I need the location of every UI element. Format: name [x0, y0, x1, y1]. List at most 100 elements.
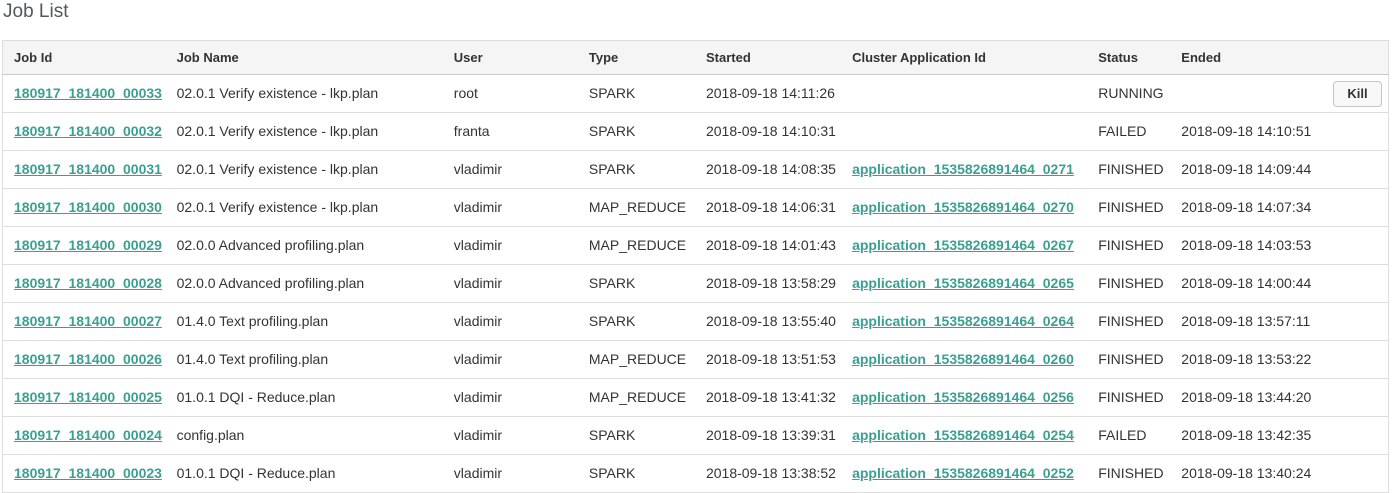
type-cell: SPARK	[578, 113, 695, 151]
user-cell: franta	[443, 113, 578, 151]
column-header-ended: Ended	[1170, 41, 1322, 75]
cluster-application-id-cell	[841, 113, 1087, 151]
cluster-application-id-cell: application_1535826891464_0254	[841, 417, 1087, 455]
job-id-link[interactable]: 180917_181400_00025	[14, 389, 162, 405]
cluster-application-id-link[interactable]: application_1535826891464_0270	[852, 199, 1074, 215]
cluster-application-id-link[interactable]: application_1535826891464_0252	[852, 465, 1074, 481]
job-id-link[interactable]: 180917_181400_00030	[14, 199, 162, 215]
user-cell: vladimir	[443, 341, 578, 379]
table-row: 180917_181400_0002902.0.0 Advanced profi…	[3, 227, 1389, 265]
ended-cell	[1170, 75, 1322, 113]
job-id-link[interactable]: 180917_181400_00023	[14, 465, 162, 481]
job-id-link[interactable]: 180917_181400_00032	[14, 123, 162, 139]
ended-cell: 2018-09-18 13:42:35	[1170, 417, 1322, 455]
job-name-cell: config.plan	[166, 417, 443, 455]
ended-cell: 2018-09-18 14:03:53	[1170, 227, 1322, 265]
job-id-link[interactable]: 180917_181400_00026	[14, 351, 162, 367]
status-cell: FINISHED	[1087, 189, 1170, 227]
cluster-application-id-link[interactable]: application_1535826891464_0264	[852, 313, 1074, 329]
user-cell: vladimir	[443, 303, 578, 341]
job-id-cell: 180917_181400_00027	[3, 303, 166, 341]
started-cell: 2018-09-18 13:38:52	[695, 455, 841, 493]
ended-cell: 2018-09-18 14:10:51	[1170, 113, 1322, 151]
job-name-cell: 02.0.1 Verify existence - lkp.plan	[166, 75, 443, 113]
job-id-cell: 180917_181400_00030	[3, 189, 166, 227]
status-cell: FINISHED	[1087, 265, 1170, 303]
action-cell	[1322, 227, 1388, 265]
action-cell	[1322, 303, 1388, 341]
job-id-cell: 180917_181400_00026	[3, 341, 166, 379]
started-cell: 2018-09-18 14:01:43	[695, 227, 841, 265]
cluster-application-id-link[interactable]: application_1535826891464_0271	[852, 161, 1074, 177]
action-cell	[1322, 341, 1388, 379]
job-name-cell: 02.0.0 Advanced profiling.plan	[166, 265, 443, 303]
cluster-application-id-link[interactable]: application_1535826891464_0260	[852, 351, 1074, 367]
status-cell: FINISHED	[1087, 341, 1170, 379]
job-id-cell: 180917_181400_00032	[3, 113, 166, 151]
status-cell: FINISHED	[1087, 151, 1170, 189]
status-cell: FINISHED	[1087, 303, 1170, 341]
column-header-user: User	[443, 41, 578, 75]
action-cell	[1322, 417, 1388, 455]
ended-cell: 2018-09-18 13:44:20	[1170, 379, 1322, 417]
table-row: 180917_181400_0002701.4.0 Text profiling…	[3, 303, 1389, 341]
job-name-cell: 02.0.0 Advanced profiling.plan	[166, 227, 443, 265]
status-cell: FINISHED	[1087, 455, 1170, 493]
user-cell: vladimir	[443, 227, 578, 265]
type-cell: MAP_REDUCE	[578, 379, 695, 417]
cluster-application-id-cell: application_1535826891464_0271	[841, 151, 1087, 189]
started-cell: 2018-09-18 13:58:29	[695, 265, 841, 303]
column-header-started: Started	[695, 41, 841, 75]
cluster-application-id-link[interactable]: application_1535826891464_0267	[852, 237, 1074, 253]
job-id-link[interactable]: 180917_181400_00031	[14, 161, 162, 177]
ended-cell: 2018-09-18 14:07:34	[1170, 189, 1322, 227]
job-name-cell: 01.0.1 DQI - Reduce.plan	[166, 379, 443, 417]
job-id-cell: 180917_181400_00028	[3, 265, 166, 303]
status-cell: FINISHED	[1087, 227, 1170, 265]
column-header-job-id: Job Id	[3, 41, 166, 75]
type-cell: MAP_REDUCE	[578, 341, 695, 379]
cluster-application-id-cell: application_1535826891464_0264	[841, 303, 1087, 341]
job-name-cell: 01.4.0 Text profiling.plan	[166, 341, 443, 379]
job-name-cell: 02.0.1 Verify existence - lkp.plan	[166, 113, 443, 151]
job-id-link[interactable]: 180917_181400_00024	[14, 427, 162, 443]
table-row: 180917_181400_0002301.0.1 DQI - Reduce.p…	[3, 455, 1389, 493]
started-cell: 2018-09-18 13:55:40	[695, 303, 841, 341]
job-id-link[interactable]: 180917_181400_00028	[14, 275, 162, 291]
type-cell: SPARK	[578, 75, 695, 113]
user-cell: vladimir	[443, 417, 578, 455]
table-row: 180917_181400_0003002.0.1 Verify existen…	[3, 189, 1389, 227]
job-id-link[interactable]: 180917_181400_00027	[14, 313, 162, 329]
job-name-cell: 02.0.1 Verify existence - lkp.plan	[166, 151, 443, 189]
cluster-application-id-link[interactable]: application_1535826891464_0254	[852, 427, 1074, 443]
cluster-application-id-link[interactable]: application_1535826891464_0256	[852, 389, 1074, 405]
type-cell: SPARK	[578, 455, 695, 493]
user-cell: root	[443, 75, 578, 113]
job-name-cell: 01.4.0 Text profiling.plan	[166, 303, 443, 341]
job-id-link[interactable]: 180917_181400_00033	[14, 85, 162, 101]
cluster-application-id-cell: application_1535826891464_0270	[841, 189, 1087, 227]
table-row: 180917_181400_0003302.0.1 Verify existen…	[3, 75, 1389, 113]
job-id-cell: 180917_181400_00024	[3, 417, 166, 455]
job-list-page: Job List Job IdJob NameUserTypeStartedCl…	[0, 0, 1394, 493]
status-cell: FAILED	[1087, 113, 1170, 151]
job-id-cell: 180917_181400_00031	[3, 151, 166, 189]
cluster-application-id-cell: application_1535826891464_0256	[841, 379, 1087, 417]
job-name-cell: 02.0.1 Verify existence - lkp.plan	[166, 189, 443, 227]
ended-cell: 2018-09-18 13:53:22	[1170, 341, 1322, 379]
ended-cell: 2018-09-18 14:09:44	[1170, 151, 1322, 189]
kill-button[interactable]: Kill	[1333, 81, 1381, 107]
user-cell: vladimir	[443, 265, 578, 303]
ended-cell: 2018-09-18 14:00:44	[1170, 265, 1322, 303]
type-cell: SPARK	[578, 417, 695, 455]
action-cell	[1322, 379, 1388, 417]
action-cell: Kill	[1322, 75, 1388, 113]
cluster-application-id-link[interactable]: application_1535826891464_0265	[852, 275, 1074, 291]
user-cell: vladimir	[443, 455, 578, 493]
cluster-application-id-cell: application_1535826891464_0267	[841, 227, 1087, 265]
ended-cell: 2018-09-18 13:57:11	[1170, 303, 1322, 341]
job-id-cell: 180917_181400_00025	[3, 379, 166, 417]
cluster-application-id-cell: application_1535826891464_0252	[841, 455, 1087, 493]
job-id-link[interactable]: 180917_181400_00029	[14, 237, 162, 253]
table-row: 180917_181400_0002601.4.0 Text profiling…	[3, 341, 1389, 379]
